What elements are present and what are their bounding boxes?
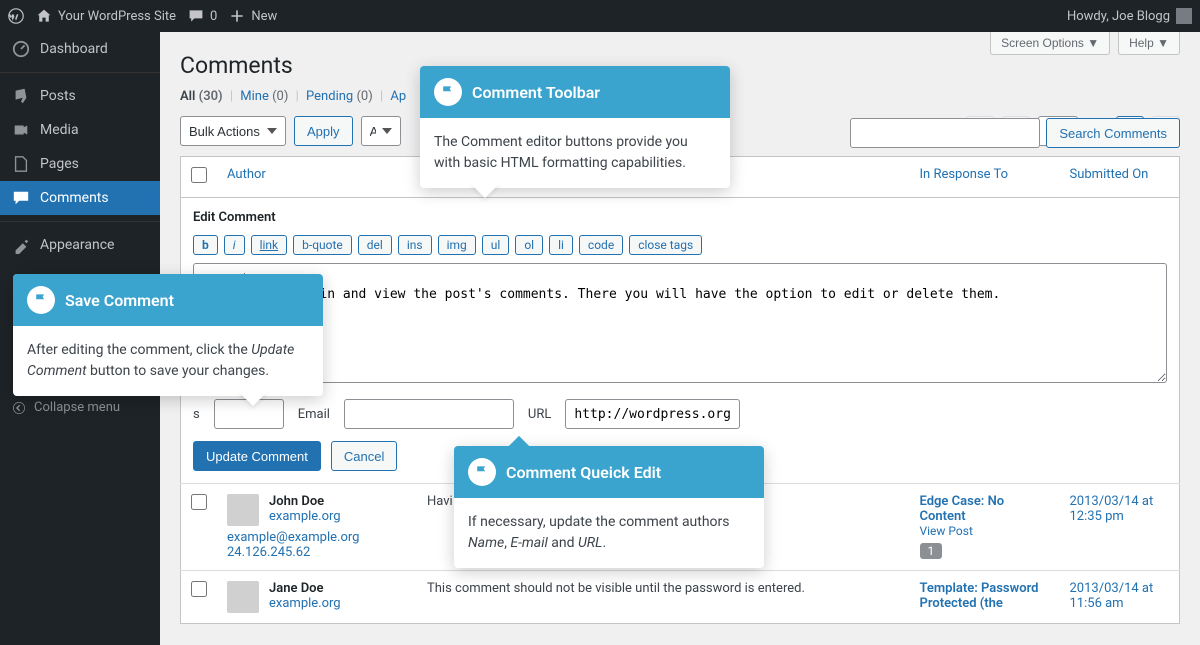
- qt-ins-button[interactable]: ins: [398, 235, 432, 255]
- qt-code-button[interactable]: code: [579, 235, 623, 255]
- author-name: John Doe: [269, 494, 341, 509]
- date-link[interactable]: 2013/03/14 at 11:56 am: [1070, 581, 1154, 611]
- edit-comment-row: Edit Comment b i link b-quote del ins im…: [181, 198, 1180, 484]
- avatar: [227, 581, 259, 613]
- comments-bubble[interactable]: 0: [188, 8, 217, 24]
- date-link[interactable]: 2013/03/14 at 12:35 pm: [1070, 494, 1154, 524]
- author-site-link[interactable]: example.org: [269, 596, 341, 611]
- flag-icon: [468, 458, 496, 486]
- sidebar-item-label: Appearance: [40, 237, 114, 253]
- flag-icon: [27, 286, 55, 314]
- bulk-actions-select[interactable]: Bulk Actions: [180, 116, 286, 146]
- sidebar-item-label: Dashboard: [40, 41, 108, 57]
- author-email-input[interactable]: [344, 399, 514, 429]
- response-link[interactable]: Template: Password Protected (the: [920, 581, 1039, 611]
- table-row: Jane Doe example.org This comment should…: [181, 571, 1180, 624]
- popover-save-comment: Save Comment After editing the comment, …: [13, 274, 323, 396]
- qt-bold-button[interactable]: b: [193, 235, 218, 255]
- author-email-link[interactable]: example@example.org: [227, 530, 359, 545]
- new-content[interactable]: New: [229, 8, 277, 24]
- url-label: URL: [528, 407, 551, 422]
- admin-bar: Your WordPress Site 0 New Howdy, Joe Blo…: [0, 0, 1200, 32]
- wp-logo-icon[interactable]: [8, 8, 24, 24]
- filter-approved[interactable]: Ap: [390, 89, 406, 104]
- site-name[interactable]: Your WordPress Site: [36, 8, 176, 24]
- qt-italic-button[interactable]: i: [224, 235, 245, 255]
- sidebar-item-label: Comments: [40, 190, 109, 206]
- filter-pending[interactable]: Pending (0): [306, 89, 373, 104]
- response-link[interactable]: Edge Case: No Content: [920, 494, 1005, 524]
- comment-text: This comment should not be visible until…: [417, 571, 910, 624]
- sidebar-item-label: Media: [40, 122, 79, 138]
- qt-del-button[interactable]: del: [358, 235, 392, 255]
- col-response[interactable]: In Response To: [920, 167, 1009, 182]
- comment-types-select[interactable]: Al: [361, 116, 401, 146]
- view-post-link[interactable]: View Post: [920, 524, 973, 538]
- search-input[interactable]: [850, 118, 1040, 148]
- qt-ol-button[interactable]: ol: [515, 235, 543, 255]
- sidebar-item-appearance[interactable]: Appearance: [0, 221, 160, 262]
- screen-options-button[interactable]: Screen Options ▼: [990, 32, 1110, 55]
- qt-link-button[interactable]: link: [251, 235, 288, 255]
- howdy-user[interactable]: Howdy, Joe Blogg: [1067, 8, 1192, 24]
- qt-blockquote-button[interactable]: b-quote: [293, 235, 352, 255]
- qt-close-button[interactable]: close tags: [629, 235, 702, 255]
- author-name: Jane Doe: [269, 581, 341, 596]
- email-label: Email: [298, 407, 330, 422]
- name-label: s: [193, 407, 200, 422]
- help-button[interactable]: Help ▼: [1118, 32, 1180, 55]
- comment-count-badge[interactable]: 1: [920, 543, 943, 559]
- qt-li-button[interactable]: li: [549, 235, 573, 255]
- comment-editor[interactable]: omment. ment, just log in and view the p…: [193, 263, 1167, 383]
- sidebar-item-label: Posts: [40, 88, 76, 104]
- sidebar-item-dashboard[interactable]: Dashboard: [0, 32, 160, 66]
- sidebar-item-pages[interactable]: Pages: [0, 147, 160, 181]
- quicktags-toolbar: b i link b-quote del ins img ul ol li co…: [193, 235, 1167, 255]
- filter-all[interactable]: All (30): [180, 89, 223, 104]
- author-url-input[interactable]: [565, 399, 740, 429]
- flag-icon: [434, 78, 462, 106]
- col-submitted[interactable]: Submitted On: [1070, 167, 1149, 182]
- qt-img-button[interactable]: img: [438, 235, 476, 255]
- apply-button[interactable]: Apply: [294, 116, 353, 146]
- sidebar-item-comments[interactable]: Comments: [0, 181, 160, 215]
- author-site-link[interactable]: example.org: [269, 509, 341, 524]
- avatar: [227, 494, 259, 526]
- search-comments-button[interactable]: Search Comments: [1046, 118, 1180, 148]
- collapse-menu[interactable]: Collapse menu: [0, 392, 160, 423]
- qt-ul-button[interactable]: ul: [482, 235, 510, 255]
- avatar-icon: [1176, 8, 1192, 24]
- popover-quick-edit: Comment Queick Edit If necessary, update…: [454, 446, 764, 568]
- search-box: Search Comments: [850, 118, 1180, 148]
- author-name-input[interactable]: [214, 399, 284, 429]
- select-all-checkbox[interactable]: [191, 167, 207, 183]
- sidebar-item-posts[interactable]: Posts: [0, 72, 160, 113]
- sidebar-item-label: Pages: [40, 156, 79, 172]
- update-comment-button[interactable]: Update Comment: [193, 441, 321, 471]
- sidebar-item-media[interactable]: Media: [0, 113, 160, 147]
- edit-comment-title: Edit Comment: [193, 210, 1167, 225]
- cancel-button[interactable]: Cancel: [331, 441, 397, 471]
- filter-mine[interactable]: Mine (0): [240, 89, 288, 104]
- col-author[interactable]: Author: [227, 167, 266, 182]
- author-ip-link[interactable]: 24.126.245.62: [227, 545, 310, 560]
- popover-comment-toolbar: Comment Toolbar The Comment editor butto…: [420, 66, 730, 188]
- row-checkbox[interactable]: [191, 581, 207, 597]
- row-checkbox[interactable]: [191, 494, 207, 510]
